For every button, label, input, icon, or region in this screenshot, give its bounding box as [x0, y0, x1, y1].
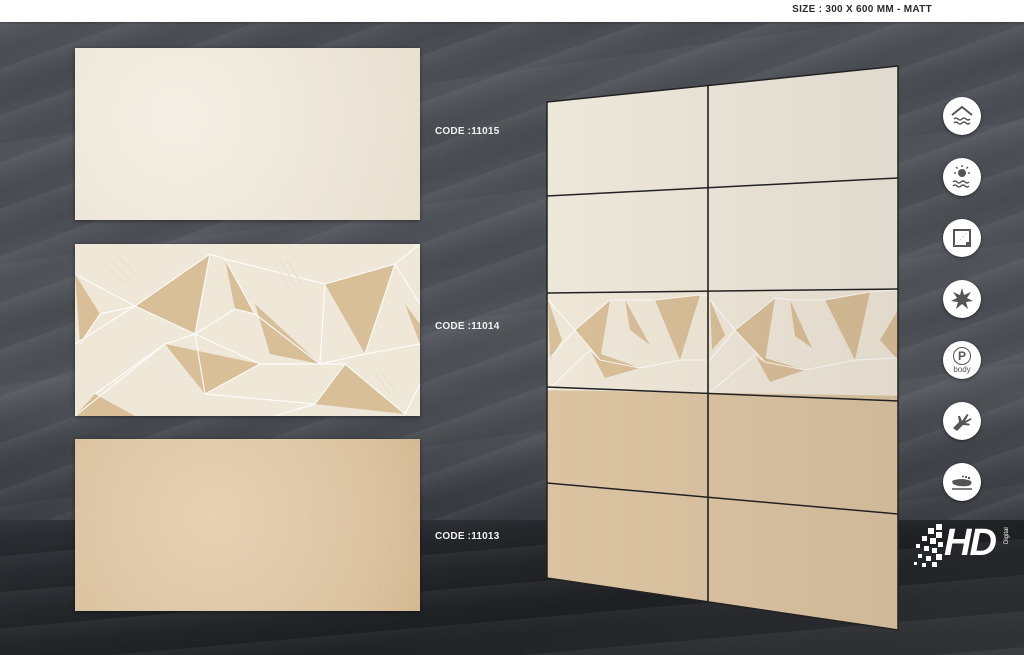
tile-decor-sample[interactable]	[75, 244, 420, 416]
rectified-edge-icon	[943, 219, 981, 257]
p-letter: P	[953, 346, 971, 365]
anti-slip-foot-icon	[943, 463, 981, 501]
tile-ivory-sample[interactable]	[75, 48, 420, 220]
tile-code-11015: CODE :11015	[435, 126, 500, 137]
wall-floor-icon	[943, 97, 981, 135]
size-label: SIZE : 300 X 600 MM - MATT	[792, 4, 932, 15]
hand-touch-icon	[943, 402, 981, 440]
pixel-mark-icon	[914, 524, 943, 567]
p-body-icon: P body	[943, 341, 981, 379]
top-bar: SIZE : 300 X 600 MM - MATT	[0, 0, 1024, 22]
weather-resistant-icon	[943, 158, 981, 196]
frost-resistant-icon	[943, 280, 981, 318]
hd-digital-logo: HD Digital	[914, 520, 1014, 570]
hd-logo-subtext: Digital	[1004, 527, 1010, 544]
body-label: body	[953, 364, 971, 374]
decor-pattern	[75, 244, 420, 416]
tile-beige-sample[interactable]	[75, 439, 420, 611]
tile-code-11014: CODE :11014	[435, 321, 500, 332]
feature-icons: P body	[943, 97, 983, 524]
hd-logo-text: HD	[944, 522, 997, 564]
tile-code-11013: CODE :11013	[435, 531, 500, 542]
